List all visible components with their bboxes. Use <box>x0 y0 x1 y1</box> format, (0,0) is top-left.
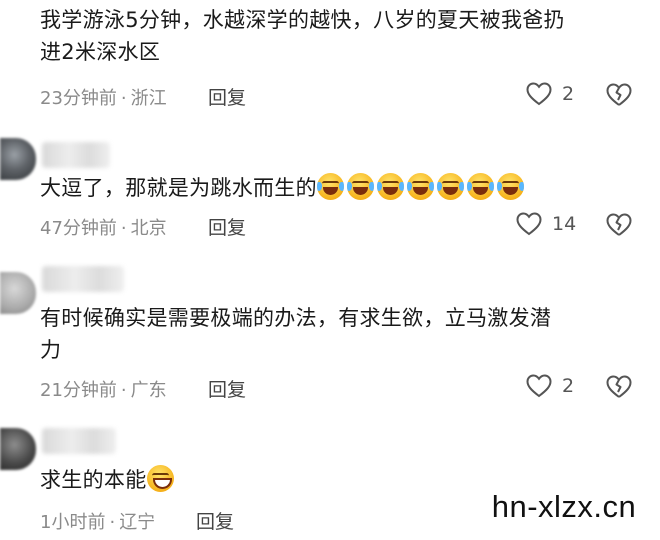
comment-location: 北京 <box>130 218 167 239</box>
heart-outline-icon <box>516 212 542 236</box>
username-blurred[interactable] <box>42 142 110 168</box>
separator: · <box>120 218 127 239</box>
reply-button[interactable]: 回复 <box>208 375 246 402</box>
avatar[interactable] <box>0 272 36 314</box>
username-blurred[interactable] <box>42 266 124 292</box>
rolling-laugh-emoji <box>316 173 344 200</box>
watermark: hn-xlzx.cn <box>468 474 660 540</box>
broken-heart-icon <box>606 213 632 236</box>
heart-outline-icon <box>526 374 552 398</box>
rolling-laugh-emoji <box>436 173 464 200</box>
like-button[interactable]: 14 <box>516 212 576 236</box>
comment-text: 大逗了，那就是为跳水而生的 <box>40 172 527 204</box>
comment-text: 有时候确实是需要极端的办法，有求生欲，立马激发潜 力 <box>40 306 552 362</box>
separator: · <box>109 512 116 533</box>
avatar[interactable] <box>0 138 36 180</box>
broken-heart-icon <box>606 83 632 106</box>
comment-text: 我学游泳5分钟，水越深学的越快，八岁的夏天被我爸扔 进2米深水区 <box>40 8 565 64</box>
separator: · <box>120 88 127 109</box>
comment-time: 21分钟前 <box>40 380 117 401</box>
like-count: 2 <box>562 375 575 397</box>
comment-location: 浙江 <box>130 88 167 109</box>
avatar[interactable] <box>0 428 36 470</box>
comment-time: 1小时前 <box>40 512 106 533</box>
like-button[interactable]: 2 <box>526 82 574 106</box>
comment-text: 求生的本能 <box>40 464 177 496</box>
emoji-row <box>316 173 527 200</box>
broken-heart-icon <box>606 375 632 398</box>
dislike-button[interactable] <box>606 213 632 241</box>
like-button[interactable]: 2 <box>526 374 574 398</box>
rolling-laugh-emoji <box>496 173 524 200</box>
rolling-laugh-emoji <box>466 173 494 200</box>
rolling-laugh-emoji <box>406 173 434 200</box>
comment-time: 23分钟前 <box>40 88 117 109</box>
reply-button[interactable]: 回复 <box>208 213 246 240</box>
comment-meta: 23分钟前 · 浙江 <box>40 84 167 110</box>
heart-outline-icon <box>526 82 552 106</box>
rolling-laugh-emoji <box>346 173 374 200</box>
comment-meta: 1小时前 · 辽宁 <box>40 508 155 534</box>
dislike-button[interactable] <box>606 83 632 111</box>
separator: · <box>120 380 127 401</box>
reply-button[interactable]: 回复 <box>196 507 234 534</box>
comment-location: 辽宁 <box>119 512 156 533</box>
comment-time: 47分钟前 <box>40 218 117 239</box>
like-count: 14 <box>552 213 577 235</box>
like-count: 2 <box>562 83 575 105</box>
rolling-laugh-emoji <box>376 173 404 200</box>
dislike-button[interactable] <box>606 375 632 403</box>
comment-meta: 47分钟前 · 北京 <box>40 214 167 240</box>
grin-emoji <box>146 465 174 492</box>
reply-button[interactable]: 回复 <box>208 83 246 110</box>
username-blurred[interactable] <box>42 428 116 454</box>
emoji-row <box>146 465 177 492</box>
comment-meta: 21分钟前 · 广东 <box>40 376 167 402</box>
comment-location: 广东 <box>130 380 167 401</box>
